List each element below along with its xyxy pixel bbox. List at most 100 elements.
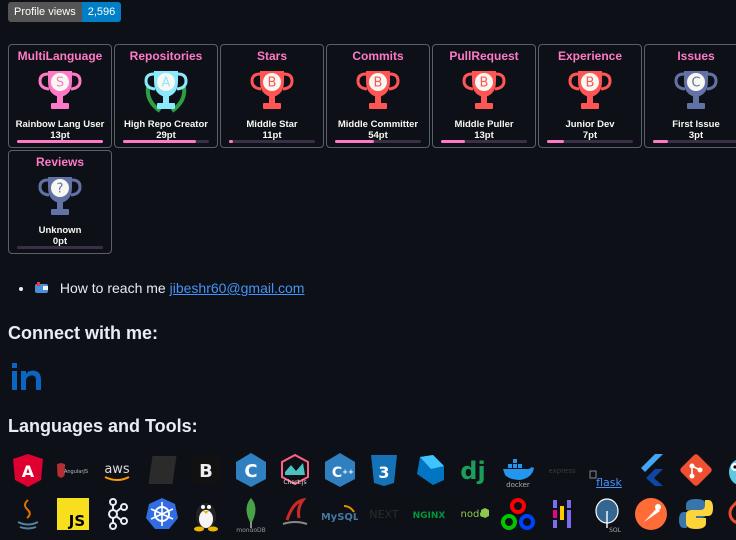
cplusplus-icon[interactable]: C ++: [320, 450, 360, 490]
svg-text:?: ?: [57, 182, 64, 197]
go-icon-graphic: [729, 459, 736, 485]
python-icon[interactable]: [676, 494, 716, 534]
go-icon[interactable]: [720, 450, 736, 490]
kubernetes-icon-graphic: [145, 498, 178, 529]
docker-icon[interactable]: docker: [498, 450, 538, 490]
trophy-category: Commits: [352, 49, 404, 63]
trophy-title: Middle Star: [246, 119, 298, 130]
trophy-card[interactable]: Experience B Junior Dev 7pt: [538, 44, 642, 148]
babel-icon[interactable]: [142, 450, 182, 490]
angular-icon[interactable]: A: [8, 450, 48, 490]
kafka-icon[interactable]: [97, 494, 137, 534]
postgresql-icon[interactable]: SQL: [587, 494, 627, 534]
trophy-progress-fill: [441, 140, 466, 143]
postman-icon-graphic: [635, 498, 667, 530]
trophy-progress-bar: [17, 246, 103, 249]
svg-text:B: B: [268, 76, 277, 91]
trophy-progress-fill: [335, 140, 374, 143]
trophy-card[interactable]: Stars B Middle Star 11pt: [220, 44, 324, 148]
svg-text:NEXT: NEXT: [369, 508, 399, 521]
tools-row-2: JS mongoDB MySQL NEXT NGINX node SQL: [8, 494, 736, 540]
postman-icon[interactable]: [631, 494, 671, 534]
nodejs-icon[interactable]: node: [453, 494, 493, 534]
git-icon-graphic: [679, 454, 712, 486]
c-icon[interactable]: C: [231, 450, 271, 490]
svg-text:Chart.js: Chart.js: [283, 479, 306, 486]
trophy-cup-icon: B: [356, 71, 400, 109]
javascript-icon[interactable]: JS: [53, 494, 93, 534]
pandas-icon[interactable]: [542, 494, 582, 534]
trophy-cup-icon: A: [144, 71, 188, 113]
dart-icon[interactable]: [409, 450, 449, 490]
svg-text:C: C: [691, 76, 700, 91]
nginx-icon-graphic: NGINX: [412, 511, 445, 521]
express-icon[interactable]: express: [542, 450, 582, 490]
email-link[interactable]: jibeshr60@gmail.com: [170, 280, 305, 296]
aws-icon[interactable]: aws: [97, 450, 137, 490]
trophy-card[interactable]: Issues C First Issue 3pt: [644, 44, 736, 148]
trophy-cup-icon: S: [38, 71, 82, 109]
nextjs-icon[interactable]: NEXT: [364, 494, 404, 534]
trophy-card[interactable]: PullRequest B Middle Puller 13pt: [432, 44, 536, 148]
kafka-icon-graphic: [108, 498, 128, 530]
flask-icon[interactable]: flask: [587, 450, 627, 490]
trophy-card[interactable]: Repositories A High Repo Creator 29pt: [114, 44, 218, 148]
svg-text:docker: docker: [506, 481, 530, 488]
svg-text:AngularJS: AngularJS: [63, 469, 87, 475]
trophy-category: Issues: [677, 49, 715, 63]
mailbox-icon: [34, 271, 50, 293]
babel-icon-graphic: [148, 456, 176, 484]
profile-views-badge[interactable]: Profile views 2,596: [8, 2, 122, 22]
trophy-cup-icon: C: [674, 71, 718, 109]
svg-text:++: ++: [342, 468, 354, 476]
svg-text:dj: dj: [460, 457, 485, 485]
trophy-title: Middle Puller: [454, 119, 514, 130]
css3-icon[interactable]: 3: [364, 450, 404, 490]
flutter-icon[interactable]: [631, 450, 671, 490]
svg-text:3: 3: [378, 463, 389, 482]
svg-text:B: B: [586, 76, 595, 91]
bootstrap-icon-graphic: B: [191, 455, 221, 485]
mysql-icon[interactable]: MySQL: [320, 494, 360, 534]
pandas-icon-graphic: [553, 500, 571, 528]
svg-text:S: S: [56, 76, 64, 91]
angularjs-icon[interactable]: AngularJS: [53, 450, 93, 490]
trophy-title: Rainbow Lang User: [15, 119, 105, 130]
nodejs-icon-graphic: node: [461, 508, 489, 520]
trophy-progress-bar: [547, 140, 633, 143]
angularjs-icon-graphic: AngularJS: [56, 463, 88, 478]
contact-list: How to reach me jibeshr60@gmail.com: [0, 270, 304, 306]
svg-text:B: B: [480, 76, 489, 91]
trophy-card[interactable]: Commits B Middle Committer 54pt: [326, 44, 430, 148]
svg-text:C: C: [244, 461, 257, 482]
pytorch-icon[interactable]: [720, 494, 736, 534]
connect-heading: Connect with me:: [8, 323, 159, 343]
tools-heading: Languages and Tools:: [8, 416, 198, 436]
nginx-icon[interactable]: NGINX: [409, 494, 449, 534]
kubernetes-icon[interactable]: [142, 494, 182, 534]
mssql-icon[interactable]: [275, 494, 315, 534]
linkedin-icon[interactable]: [10, 360, 46, 392]
trophy-cup-icon: B: [462, 71, 506, 109]
docker-icon-graphic: docker: [502, 459, 534, 488]
trophy-progress-bar: [653, 140, 736, 143]
opencv-icon[interactable]: [498, 494, 538, 534]
trophy-card[interactable]: Reviews? Unknown 0pt: [8, 150, 112, 254]
opencv-icon-graphic: [500, 498, 535, 530]
pytorch-icon-graphic: [728, 500, 736, 524]
trophy-progress-fill: [653, 140, 669, 143]
chartjs-icon[interactable]: Chart.js: [275, 450, 315, 490]
java-icon[interactable]: [8, 494, 48, 534]
trophy-progress-fill: [229, 140, 234, 143]
svg-text:A: A: [22, 462, 35, 481]
django-icon[interactable]: dj: [453, 450, 493, 490]
svg-text:flask: flask: [596, 476, 622, 488]
linux-icon[interactable]: [186, 494, 226, 534]
bootstrap-icon[interactable]: B: [186, 450, 226, 490]
trophy-progress-bar: [335, 140, 421, 143]
trophy-title: Junior Dev: [565, 119, 615, 130]
django-icon-graphic: dj: [460, 457, 485, 485]
trophy-card[interactable]: MultiLanguage S Rainbow Lang User 13pt: [8, 44, 112, 148]
git-icon[interactable]: [676, 450, 716, 490]
mongodb-icon[interactable]: mongoDB: [231, 494, 271, 534]
